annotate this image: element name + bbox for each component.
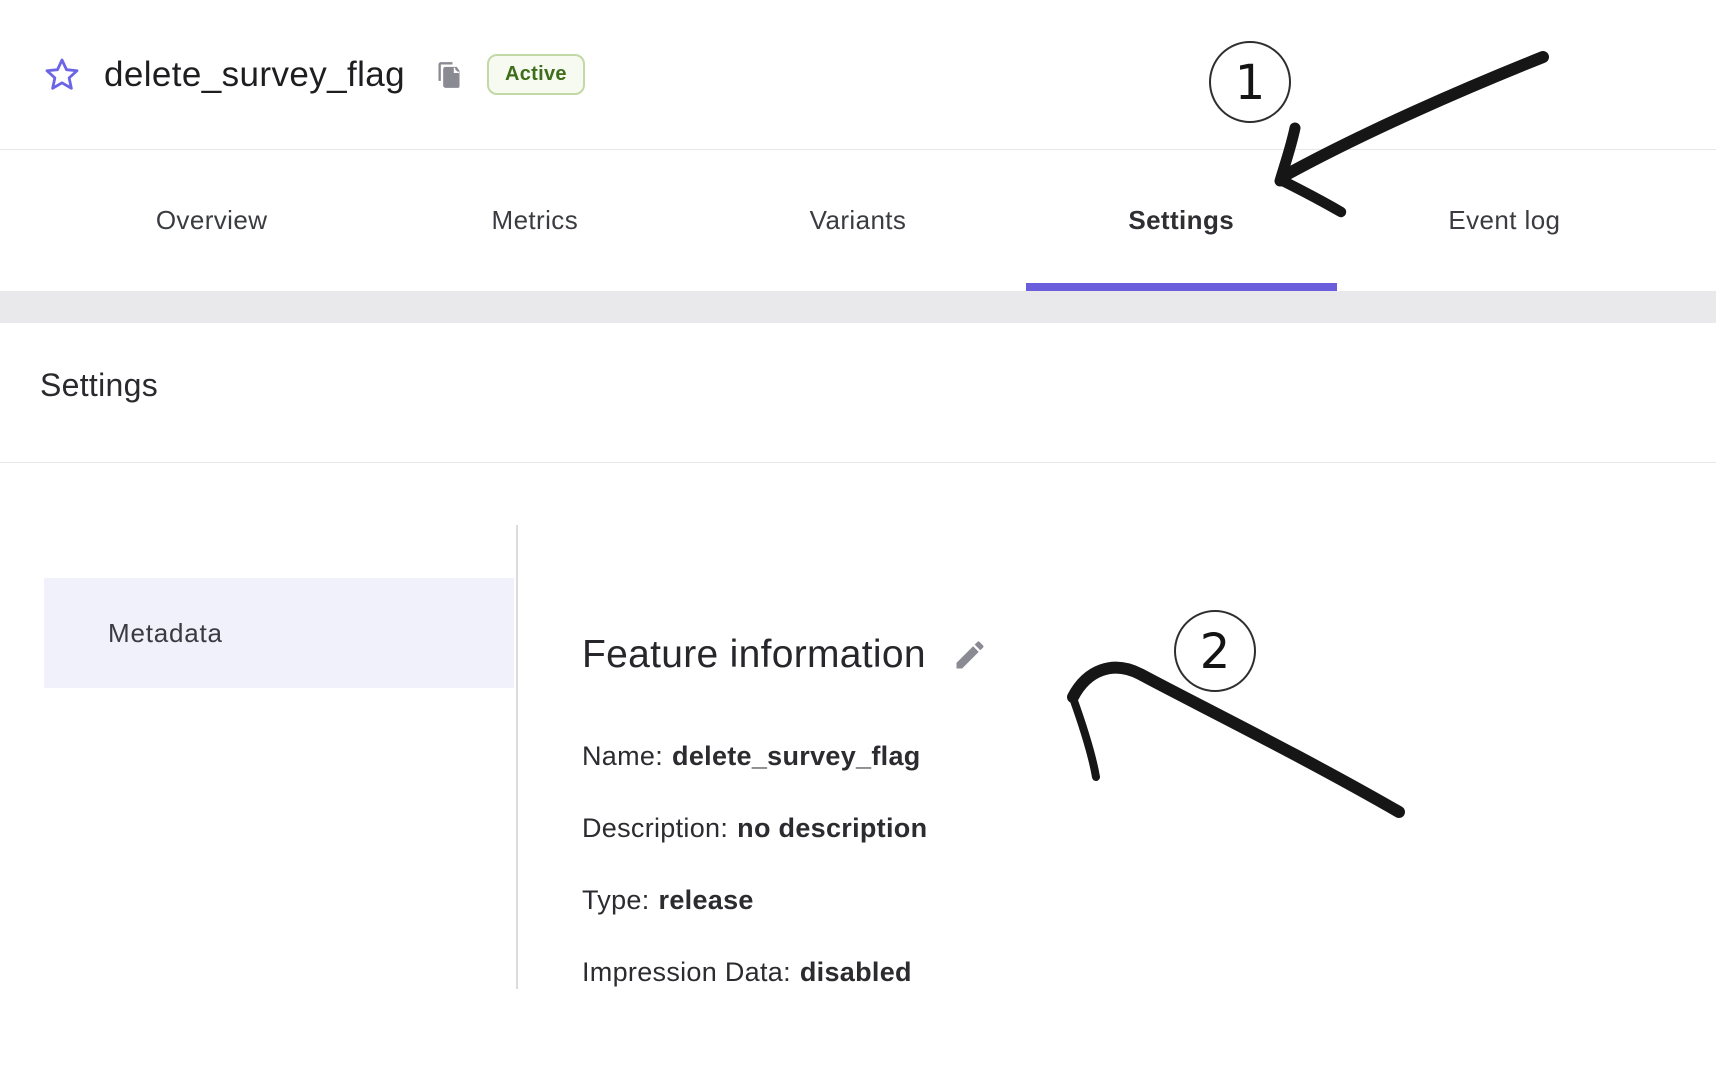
tab-event-log[interactable]: Event log (1343, 150, 1666, 291)
status-badge: Active (487, 54, 585, 95)
star-icon (42, 55, 82, 95)
settings-section-header: Settings (0, 323, 1716, 463)
page-title: delete_survey_flag (104, 55, 405, 95)
tab-metrics[interactable]: Metrics (373, 150, 696, 291)
copy-name-button[interactable] (435, 60, 463, 90)
feature-fields: Name:delete_survey_flag Description:no d… (582, 741, 1716, 988)
feature-flag-page: delete_survey_flag Active Overview Metri… (0, 0, 1716, 1084)
vertical-divider (516, 525, 518, 989)
pencil-icon (952, 637, 988, 673)
metadata-panel: Feature information Name:delete_survey_f… (516, 463, 1716, 1081)
settings-sidebar: Metadata (0, 463, 516, 1081)
field-type: Type:release (582, 885, 1716, 916)
edit-feature-button[interactable] (952, 637, 988, 673)
field-impression-data: Impression Data:disabled (582, 957, 1716, 988)
tab-variants[interactable]: Variants (696, 150, 1019, 291)
feature-information-heading: Feature information (582, 633, 926, 677)
favorite-button[interactable] (42, 55, 82, 95)
page-background-strip (0, 291, 1716, 323)
section-title: Settings (40, 367, 1716, 404)
settings-content: Metadata Feature information Name:delete… (0, 463, 1716, 1081)
active-tab-indicator (1026, 283, 1337, 291)
sidebar-item-metadata[interactable]: Metadata (44, 578, 514, 688)
flag-header: delete_survey_flag Active (0, 0, 1716, 150)
copy-icon (435, 60, 463, 90)
field-description: Description:no description (582, 813, 1716, 844)
tab-overview[interactable]: Overview (50, 150, 373, 291)
field-name: Name:delete_survey_flag (582, 741, 1716, 772)
tab-settings[interactable]: Settings (1020, 150, 1343, 291)
tab-bar: Overview Metrics Variants Settings Event… (0, 150, 1716, 291)
